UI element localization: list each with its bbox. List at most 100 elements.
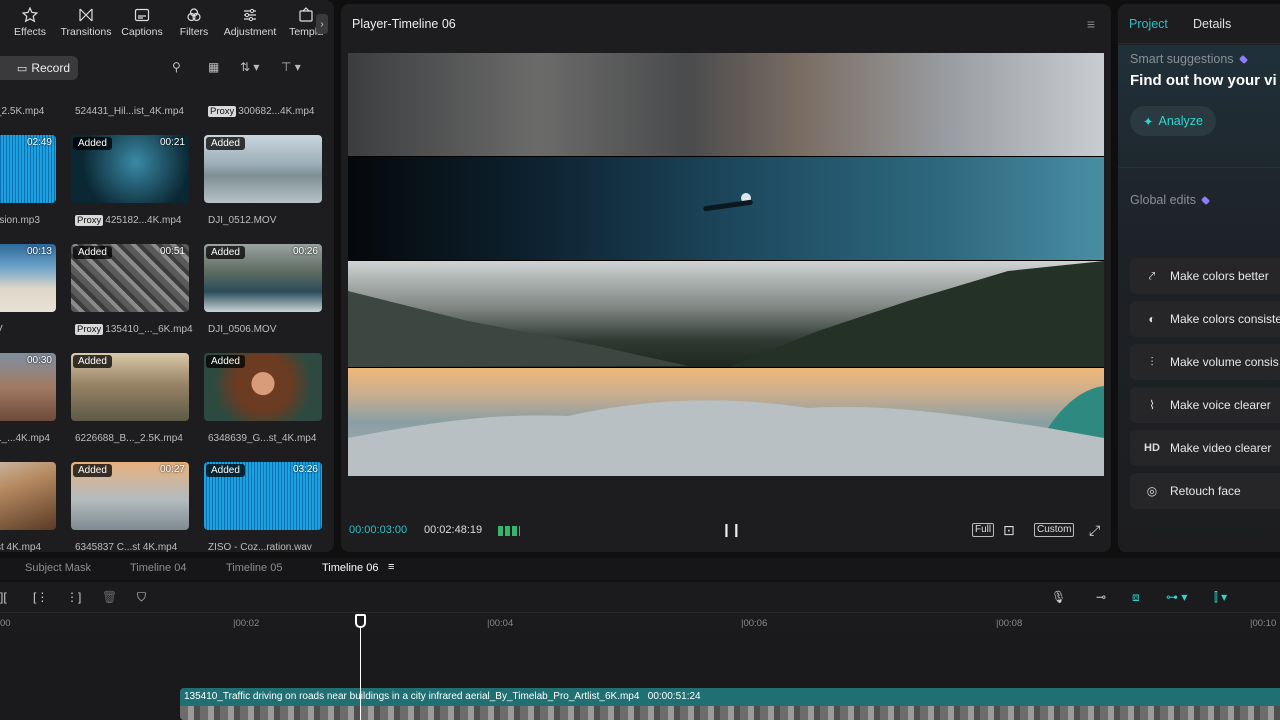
mountains-shape [348,261,1104,367]
proxy-badge: Proxy [208,106,237,117]
tab-subject-mask[interactable]: Subject Mask [25,562,91,574]
ruler-tick: 00 [0,618,11,629]
media-thumbnail[interactable]: 00:30 [0,353,56,421]
clip-title: 135410_Traffic driving on roads near bui… [184,691,701,702]
media-thumbnail[interactable]: Added 00:27 [71,462,189,530]
split-right-icon[interactable]: ⋮] [66,590,81,604]
player-menu-icon[interactable]: ≡ [1087,16,1095,32]
global-edit-label: Make volume consis [1170,355,1279,369]
media-thumbnail[interactable]: 00:13 [0,244,56,312]
global-edit-label: Make voice clearer [1170,398,1271,412]
timeline-toolbar: ][ [⋮ ⋮] 🗑 ⛉ 🎙 ⊸ ⧈ ⊶ ▾ ⫿ ▾ [0,582,1280,612]
full-button[interactable]: Full [972,523,995,537]
added-badge: Added [206,246,245,259]
clip-duration: 00:00:51:24 [647,691,701,702]
media-filename: DJI_0506.MOV [208,324,277,335]
fullscreen-icon[interactable]: ⤢ [1089,522,1100,539]
timeline-ruler[interactable]: 00 |00:02 |00:04 |00:06 |00:08 |00:10 [0,612,1280,632]
added-badge: Added [73,464,112,477]
global-edit-button[interactable]: ◐ Make colors consiste [1130,301,1280,337]
global-edit-button[interactable]: ◎ Retouch face [1130,473,1280,509]
media-thumbnail[interactable] [0,462,56,530]
global-edit-label: Retouch face [1170,484,1241,498]
added-badge: Added [73,355,112,368]
media-filename: Proxy 300682...4K.mp4 [208,106,315,117]
media-thumbnail[interactable]: Added 03:26 [204,462,322,530]
duration-label: 00:51 [159,246,185,257]
media-thumbnail[interactable]: Added 00:51 [71,244,189,312]
video-viewer[interactable] [348,53,1104,476]
duration-label: 00:13 [26,246,52,257]
global-edit-button[interactable]: ⫶ Make volume consis [1130,344,1280,380]
hd-icon: HD [1144,442,1160,454]
media-filename: DJI_0512.MOV [208,215,277,226]
timeline-menu-icon[interactable]: ≡ [388,561,394,573]
palette-icon: ◐ [1148,312,1156,326]
clip-thumbnails [180,706,1280,720]
link-clips-icon[interactable]: ⊶ ▾ [1166,590,1187,604]
player-panel: Player-Timeline 06 ≡ 00:00:03:00 00:02:4… [341,4,1111,552]
fit-frame-icon[interactable]: ⊡ [1003,522,1015,539]
ruler-tick: |00:06 [741,618,768,629]
tab-timeline-05[interactable]: Timeline 05 [226,562,282,574]
video-clip[interactable]: 135410_Traffic driving on roads near bui… [180,688,1280,720]
added-badge: Added [206,464,245,477]
sparkle-icon: ✦ [1143,114,1154,129]
panel-divider [1118,167,1280,168]
added-badge: Added [73,246,112,259]
smart-title: Find out how your vi [1130,72,1277,89]
trim-start-icon[interactable]: ][ [0,590,7,604]
analyze-label: Analyze [1158,114,1203,128]
global-edit-button[interactable]: HD Make video clearer [1130,430,1280,466]
smart-suggestions-label: Smart suggestions [1130,52,1248,66]
tab-details[interactable]: Details [1193,17,1231,31]
duration-label: 03:26 [292,464,318,475]
analyze-button[interactable]: ✦ Analyze [1130,106,1216,136]
media-thumbnail[interactable]: Added [204,353,322,421]
ruler-tick: |00:08 [996,618,1023,629]
proxy-badge: Proxy [75,215,104,226]
media-panel: Effects Transitions Captions Filters Adj… [0,0,334,552]
global-edits-text: Global edits [1130,193,1197,207]
marker-shield-icon[interactable]: ⛉ [137,590,146,605]
pause-button[interactable]: ❙❙ [721,522,742,538]
wand-icon: ⤤ [1148,268,1156,283]
tab-project[interactable]: Project [1129,17,1168,31]
timeline-tabs: Subject Mask Timeline 04 Timeline 05 Tim… [0,558,1280,580]
video-strip-mountains [348,261,1104,367]
face-retouch-icon: ◎ [1146,484,1158,498]
duration-label: 00:27 [159,464,185,475]
auto-snap-icon[interactable]: ⧈ [1132,590,1140,605]
video-strip-diver [348,157,1104,260]
audio-meter-icon [498,526,520,536]
premium-gem-icon [1238,54,1248,65]
media-filename: Proxy 425182...4K.mp4 [75,215,182,226]
delete-icon[interactable]: 🗑 [102,590,117,604]
timeline-tracks: 135410_Traffic driving on roads near bui… [0,632,1280,720]
media-thumbnail[interactable]: Added [71,353,189,421]
tab-timeline-04[interactable]: Timeline 04 [130,562,186,574]
global-edit-button[interactable]: ⤤ Make colors better [1130,258,1280,294]
global-edit-button[interactable]: ⌇ Make voice clearer [1130,387,1280,423]
custom-ratio-button[interactable]: Custom [1034,523,1075,537]
media-thumbnail[interactable]: Added [204,135,322,203]
media-filename: 524431_Hil...ist_4K.mp4 [75,106,184,117]
link-detach-icon[interactable]: ⊸ [1096,590,1106,604]
microphone-icon[interactable]: 🎙 [1051,590,1066,604]
media-thumbnail[interactable]: Added 00:26 [204,244,322,312]
duration-label: 00:30 [26,355,52,366]
media-thumbnail[interactable]: 02:49 [0,135,56,203]
preview-axis-icon[interactable]: ⫿ ▾ [1214,590,1227,605]
volume-sliders-icon: ⫶ [1150,354,1154,369]
duration-label: 00:26 [292,246,318,257]
clip-name: 135410_Traffic driving on roads near bui… [184,691,640,702]
smart-suggestions-text: Smart suggestions [1130,52,1234,66]
ruler-tick: |00:02 [233,618,260,629]
playhead-handle[interactable] [355,614,366,628]
duration-label: 02:49 [26,137,52,148]
global-edit-label: Make video clearer [1170,441,1272,455]
duration-label: 00:21 [159,137,185,148]
split-left-icon[interactable]: [⋮ [33,590,48,604]
media-thumbnail[interactable]: Added 00:21 [71,135,189,203]
tab-timeline-06[interactable]: Timeline 06 [322,562,378,574]
